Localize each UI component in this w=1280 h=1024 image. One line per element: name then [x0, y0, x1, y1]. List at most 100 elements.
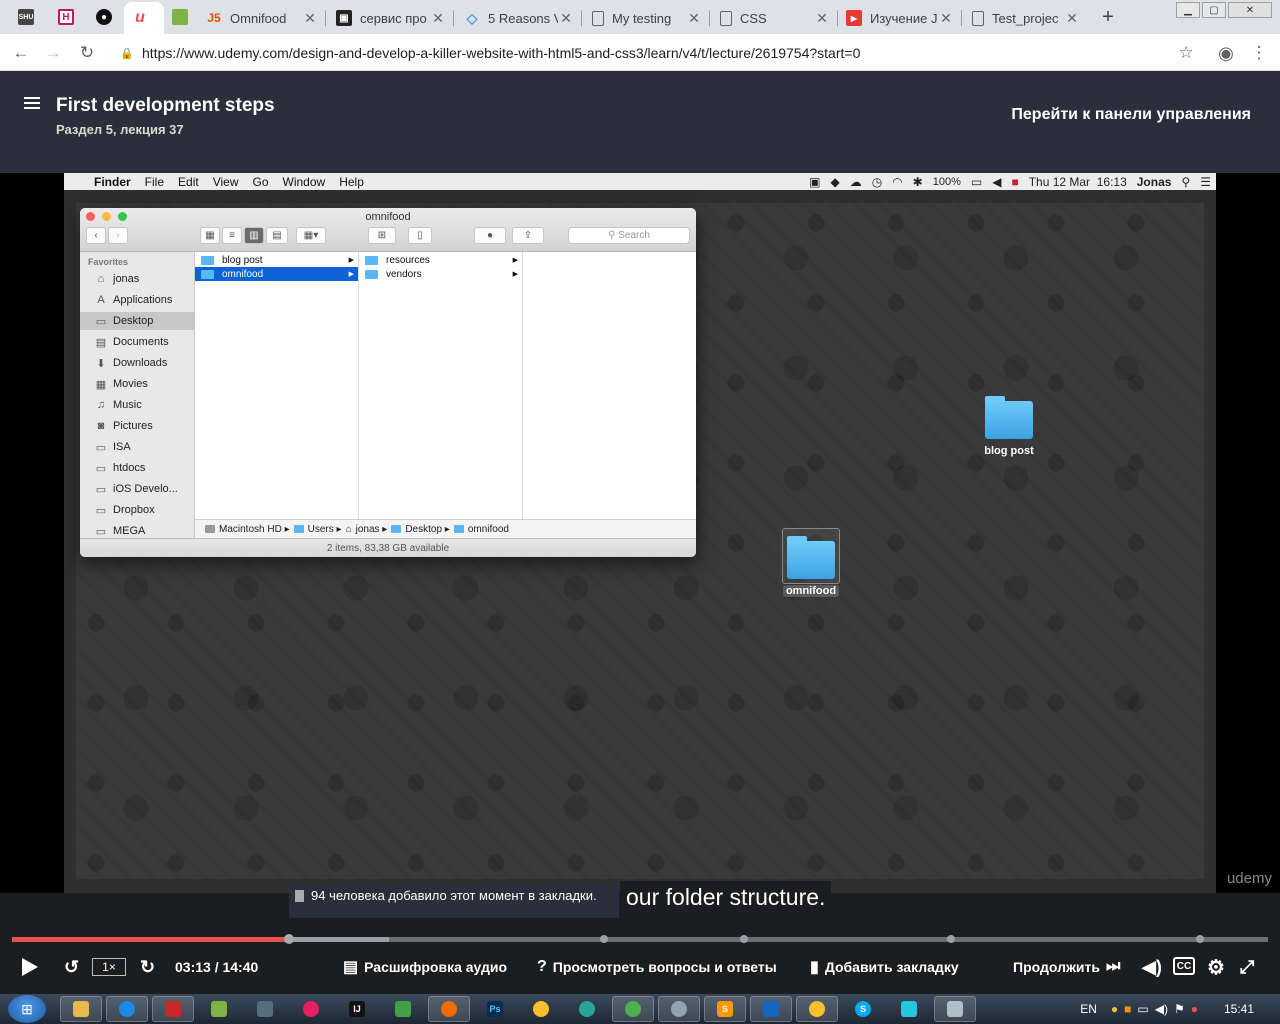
taskbar-chrome-2[interactable]: [796, 996, 838, 1022]
video-player[interactable]: Finder File Edit View Go Window Help ▣ ◆…: [0, 173, 1280, 893]
tab-izuchenie[interactable]: ▶ Изучение J ✕: [838, 4, 962, 32]
playback-speed[interactable]: 1×: [92, 958, 126, 976]
profile-icon[interactable]: ◉: [1215, 42, 1237, 64]
qa-button[interactable]: ? Просмотреть вопросы и ответы: [537, 956, 777, 978]
close-icon[interactable]: ✕: [302, 10, 318, 27]
trash-icon: ▯: [408, 227, 432, 244]
tab-servis[interactable]: ▣ сервис про ✕: [328, 4, 454, 32]
taskbar-app-12[interactable]: [566, 996, 608, 1022]
tab-title: Omnifood: [230, 10, 287, 26]
taskbar-skype[interactable]: S: [842, 996, 884, 1022]
list-icon[interactable]: [24, 97, 40, 111]
close-icon[interactable]: ✕: [430, 10, 446, 27]
desktop-icon-omnifood: omnifood: [776, 536, 846, 599]
sidebar-label: Documents: [113, 336, 169, 348]
fullscreen-icon[interactable]: ⤢: [1240, 956, 1254, 978]
taskbar-notepad[interactable]: [934, 996, 976, 1022]
taskbar-app-16[interactable]: [750, 996, 792, 1022]
taskbar-virtualbox[interactable]: [244, 996, 286, 1022]
tab-pinned-html[interactable]: H: [52, 4, 80, 30]
taskbar-android[interactable]: [198, 996, 240, 1022]
progress-handle[interactable]: [283, 934, 294, 944]
chapter-marker[interactable]: [947, 935, 956, 943]
taskbar-app-14[interactable]: [658, 996, 700, 1022]
taskbar-app-2[interactable]: [106, 996, 148, 1022]
taskbar-app-3[interactable]: [152, 996, 194, 1022]
menu-help: Help: [339, 174, 364, 189]
language-indicator[interactable]: EN: [1080, 1002, 1097, 1016]
close-icon[interactable]: ✕: [558, 10, 574, 27]
tab-active-udemy[interactable]: u: [124, 2, 164, 34]
flag-tray-icon[interactable]: ⚑: [1174, 1002, 1185, 1016]
forward-button[interactable]: →: [42, 42, 64, 64]
taskbar-app-19[interactable]: [888, 996, 930, 1022]
close-icon[interactable]: ✕: [814, 10, 830, 27]
close-window-button[interactable]: ✕: [1228, 2, 1272, 18]
chapter-marker[interactable]: [599, 935, 608, 943]
sidebar-item-isa: ▭ ISA: [80, 438, 195, 456]
continue-button[interactable]: Продолжить ⏭: [1013, 956, 1120, 978]
rewind-icon[interactable]: ↺: [64, 956, 79, 978]
volume-icon[interactable]: ◀): [1142, 956, 1162, 978]
reload-button[interactable]: ↻: [76, 42, 98, 64]
minimize-button[interactable]: ▁: [1176, 2, 1200, 18]
add-bookmark-label: Добавить закладку: [824, 959, 959, 975]
add-bookmark-button[interactable]: ▮ Добавить закладку: [810, 956, 959, 978]
back-button[interactable]: ←: [10, 42, 32, 64]
tab-test-project[interactable]: Test_projec ✕: [964, 4, 1088, 32]
tab-my-testing[interactable]: My testing ✕: [584, 4, 710, 32]
bookmark-star-icon[interactable]: ☆: [1175, 42, 1197, 64]
sidebar-item-applications: A Applications: [80, 291, 195, 309]
taskbar-firefox[interactable]: [428, 996, 470, 1022]
folder-icon: [365, 255, 378, 265]
finder-window: omnifood ‹ › ▦ ≡ ▥ ▤ ▦▾ ⊞ ▯ ● ⇧ ⚲ Search…: [80, 208, 696, 557]
taskbar-explorer[interactable]: [60, 996, 102, 1022]
address-bar[interactable]: 🔒 https://www.udemy.com/design-and-devel…: [110, 38, 1205, 68]
forward-icon[interactable]: ↻: [140, 956, 155, 978]
tab-pinned-evernote[interactable]: [166, 4, 194, 30]
close-icon[interactable]: ✕: [938, 10, 954, 27]
close-icon[interactable]: ✕: [1064, 10, 1080, 27]
tab-css[interactable]: CSS ✕: [712, 4, 838, 32]
chapter-marker[interactable]: [740, 935, 749, 943]
start-button[interactable]: ⊞: [8, 995, 46, 1023]
close-icon[interactable]: ✕: [686, 10, 702, 27]
disk-icon: [205, 525, 215, 533]
tab-omnifood[interactable]: J5 Omnifood ✕: [198, 4, 326, 32]
path-label: Users: [307, 523, 334, 535]
speaker-icon[interactable]: ◀): [1155, 1002, 1168, 1016]
taskbar-chrome-canary[interactable]: [520, 996, 562, 1022]
chapter-marker[interactable]: [1196, 935, 1205, 943]
list-item: vendors ▶: [359, 267, 522, 281]
new-tab-button[interactable]: +: [1095, 5, 1121, 29]
progress-bar[interactable]: [12, 934, 1268, 944]
taskbar-intellij[interactable]: IJ: [336, 996, 378, 1022]
taskbar-sublime[interactable]: S: [704, 996, 746, 1022]
sidebar-label: ISA: [113, 441, 131, 453]
captions-button[interactable]: CC: [1173, 957, 1195, 975]
taskbar-chrome[interactable]: [612, 996, 654, 1022]
transcript-button[interactable]: ▤ Расшифровка аудио: [343, 956, 507, 978]
tab-title: Test_projec: [992, 10, 1059, 26]
network-icon[interactable]: ▭: [1137, 1002, 1148, 1016]
taskbar-photoshop[interactable]: Ps: [474, 996, 516, 1022]
chrome-menu-icon[interactable]: ⋮: [1248, 42, 1270, 64]
system-tray: EN ● ■ ▭ ◀) ⚑ ● 15:41: [1080, 994, 1280, 1024]
maximize-button[interactable]: ▢: [1202, 2, 1226, 18]
tab-pinned-github[interactable]: ●: [90, 4, 118, 30]
play-button[interactable]: [22, 958, 38, 976]
taskbar-flickr[interactable]: [290, 996, 332, 1022]
folder-icon: [201, 255, 214, 265]
taskbar-clock[interactable]: 15:41: [1224, 1002, 1254, 1016]
dashboard-link[interactable]: Перейти к панели управления: [1011, 106, 1251, 124]
tab-5-reasons[interactable]: ◇ 5 Reasons V ✕: [456, 4, 582, 32]
chrome-tray-icon[interactable]: ●: [1111, 1002, 1118, 1016]
antivirus-icon[interactable]: ●: [1191, 1002, 1198, 1016]
taskbar-app-8[interactable]: [382, 996, 424, 1022]
settings-gear-icon[interactable]: ⚙: [1207, 956, 1225, 979]
question-icon: ?: [537, 958, 547, 975]
tab-pinned-shublog[interactable]: SHU: [12, 4, 40, 30]
disk-icon: [165, 1001, 181, 1017]
sublime-tray-icon[interactable]: ■: [1124, 1002, 1131, 1016]
sublime-icon: S: [717, 1001, 733, 1017]
